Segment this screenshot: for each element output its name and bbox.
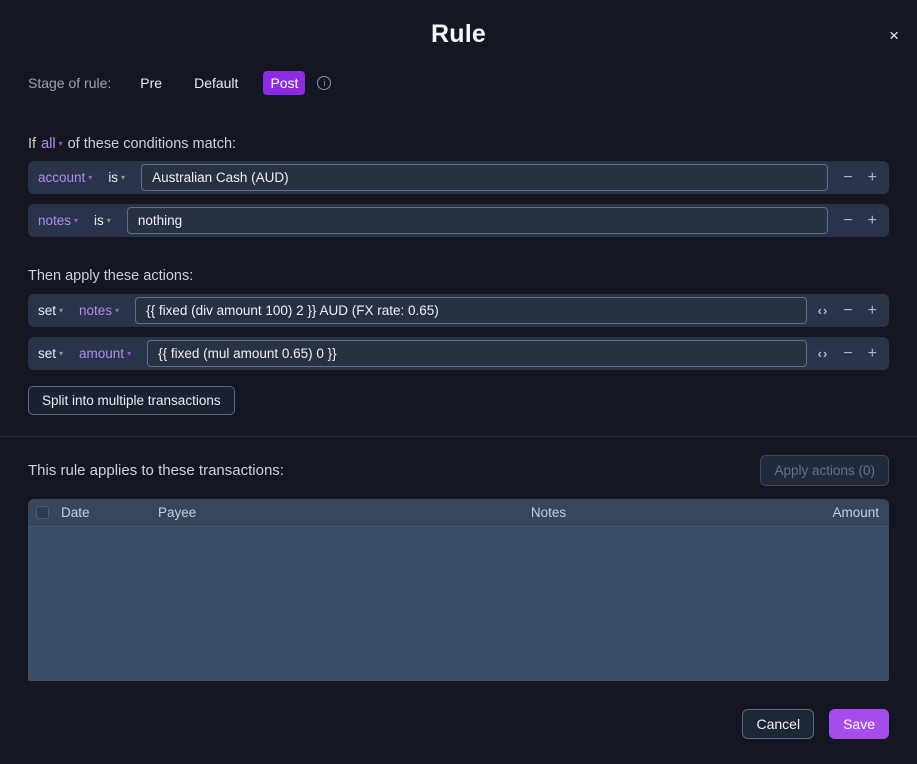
column-header-payee: Payee <box>158 505 338 520</box>
info-icon[interactable]: i <box>317 76 331 90</box>
conditions-operator-value: all <box>41 136 56 152</box>
action-field-value: amount <box>79 346 124 361</box>
conditions-suffix: of these conditions match: <box>68 136 236 152</box>
condition-op-value: is <box>108 170 118 185</box>
condition-row: account ▾ is ▾ − + <box>28 161 889 194</box>
split-transactions-button[interactable]: Split into multiple transactions <box>28 386 235 415</box>
chevron-down-icon: ▾ <box>121 173 125 182</box>
add-condition-icon[interactable]: + <box>868 170 877 186</box>
actions-heading: Then apply these actions: <box>28 268 889 284</box>
remove-action-icon[interactable]: − <box>843 346 852 362</box>
stage-label: Stage of rule: <box>28 75 111 91</box>
chevron-down-icon: ▾ <box>115 306 119 315</box>
column-header-notes: Notes <box>338 505 759 520</box>
action-rows: set ▾ notes ▾ ‹› − + set ▾ amount ▾ ‹› − <box>28 294 889 370</box>
action-value-input[interactable] <box>147 340 807 367</box>
condition-op-dropdown[interactable]: is ▾ <box>94 213 111 228</box>
cancel-button[interactable]: Cancel <box>742 709 814 739</box>
action-verb-value: set <box>38 303 56 318</box>
chevron-down-icon: ▾ <box>59 139 63 148</box>
action-row: set ▾ amount ▾ ‹› − + <box>28 337 889 370</box>
condition-row: notes ▾ is ▾ − + <box>28 204 889 237</box>
conditions-operator-dropdown[interactable]: all ▾ <box>41 136 63 152</box>
template-code-icon[interactable]: ‹› <box>818 347 829 360</box>
stage-option-post[interactable]: Post <box>263 71 305 95</box>
action-value-input[interactable] <box>135 297 807 324</box>
template-code-icon[interactable]: ‹› <box>818 304 829 317</box>
condition-field-value: notes <box>38 213 71 228</box>
column-header-amount: Amount <box>759 505 879 520</box>
remove-condition-icon[interactable]: − <box>843 170 852 186</box>
apply-actions-button[interactable]: Apply actions (0) <box>760 455 889 486</box>
action-field-value: notes <box>79 303 112 318</box>
transactions-header: This rule applies to these transactions:… <box>28 455 889 486</box>
remove-condition-icon[interactable]: − <box>843 213 852 229</box>
dialog-footer: Cancel Save <box>742 709 889 739</box>
chevron-down-icon: ▾ <box>127 349 131 358</box>
chevron-down-icon: ▾ <box>74 216 78 225</box>
add-action-icon[interactable]: + <box>868 346 877 362</box>
rule-dialog: Rule × Stage of rule: Pre Default Post i… <box>0 0 917 764</box>
chevron-down-icon: ▾ <box>59 306 63 315</box>
column-header-date: Date <box>61 505 158 520</box>
condition-field-value: account <box>38 170 85 185</box>
condition-field-dropdown[interactable]: account ▾ <box>38 170 92 185</box>
conditions-prefix: If <box>28 136 36 152</box>
condition-value-input[interactable] <box>141 164 828 191</box>
action-field-dropdown[interactable]: notes ▾ <box>79 303 119 318</box>
remove-action-icon[interactable]: − <box>843 303 852 319</box>
action-verb-value: set <box>38 346 56 361</box>
condition-op-dropdown[interactable]: is ▾ <box>108 170 125 185</box>
action-verb-dropdown[interactable]: set ▾ <box>38 303 63 318</box>
select-all-checkbox[interactable] <box>36 506 49 519</box>
stage-option-pre[interactable]: Pre <box>133 71 169 95</box>
condition-value-input[interactable] <box>127 207 829 234</box>
condition-op-value: is <box>94 213 104 228</box>
action-field-dropdown[interactable]: amount ▾ <box>79 346 131 361</box>
table-header-row: Date Payee Notes Amount <box>28 499 889 527</box>
dialog-title: Rule <box>28 20 889 49</box>
stage-option-default[interactable]: Default <box>187 71 245 95</box>
add-action-icon[interactable]: + <box>868 303 877 319</box>
action-verb-dropdown[interactable]: set ▾ <box>38 346 63 361</box>
chevron-down-icon: ▾ <box>59 349 63 358</box>
add-condition-icon[interactable]: + <box>868 213 877 229</box>
condition-rows: account ▾ is ▾ − + notes ▾ is ▾ − + <box>28 161 889 237</box>
condition-field-dropdown[interactable]: notes ▾ <box>38 213 78 228</box>
table-body-empty <box>28 527 889 681</box>
action-row: set ▾ notes ▾ ‹› − + <box>28 294 889 327</box>
stage-row: Stage of rule: Pre Default Post i <box>28 71 889 95</box>
section-divider <box>0 436 917 437</box>
save-button[interactable]: Save <box>829 709 889 739</box>
close-icon[interactable]: × <box>889 27 899 44</box>
transactions-heading: This rule applies to these transactions: <box>28 462 284 479</box>
chevron-down-icon: ▾ <box>88 173 92 182</box>
chevron-down-icon: ▾ <box>107 216 111 225</box>
transactions-table: Date Payee Notes Amount <box>28 499 889 681</box>
conditions-heading: If all ▾ of these conditions match: <box>28 136 889 152</box>
